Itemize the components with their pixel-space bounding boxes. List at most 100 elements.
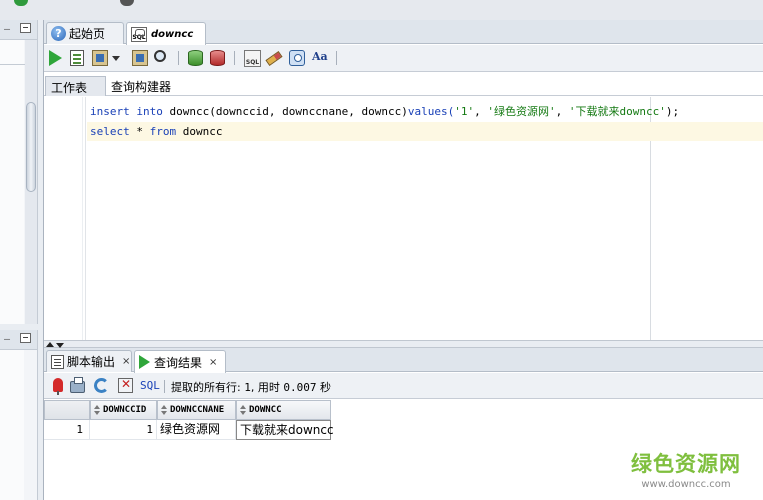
refresh-icon	[94, 378, 109, 393]
column-header-downccnane[interactable]: DOWNCCNANE	[157, 400, 236, 420]
row-number[interactable]: 1	[44, 420, 90, 440]
rollback-button[interactable]	[210, 50, 227, 67]
play-icon	[49, 50, 62, 66]
minimize-icon[interactable]: –	[4, 24, 10, 35]
minimize-icon[interactable]: –	[4, 334, 10, 345]
time-value: 0.007	[283, 381, 317, 394]
result-toolbar: SQL 提取的所有行: 1, 用时 0.007 秒	[44, 373, 763, 399]
print-button[interactable]	[70, 377, 86, 394]
column-label: DOWNCCNANE	[170, 405, 225, 415]
database-commit-icon	[188, 50, 203, 66]
history-icon	[289, 50, 305, 66]
toolbar-separator	[164, 380, 165, 393]
tab-downcc-worksheet[interactable]: SQL downcc	[126, 22, 206, 45]
main-panel: ? 起始页 SQL downcc SQL Aa 工作表 查询构建器 insert…	[43, 20, 763, 500]
play-icon	[139, 355, 150, 369]
script-icon	[70, 50, 84, 66]
identifier: downcc	[182, 125, 223, 138]
toolbar-separator	[336, 51, 337, 65]
pin-icon	[53, 378, 63, 395]
watermark: 绿色资源网 www.downcc.com	[612, 448, 760, 490]
status-prefix: 提取的所有行:	[171, 381, 241, 394]
editor-subtabs: 工作表 查询构建器	[44, 73, 763, 96]
string-literal: '1'	[454, 105, 475, 118]
commit-button[interactable]	[92, 50, 109, 67]
code-line-insert[interactable]: insert into downcc(downccid, downccnane,…	[87, 102, 763, 121]
tab-label: 脚本输出	[67, 355, 116, 369]
rows-fetched: 1	[244, 381, 251, 394]
code-line-select[interactable]: select * from downcc	[87, 122, 763, 141]
sql-link[interactable]: SQL	[140, 379, 160, 392]
green-circle-icon	[14, 0, 28, 6]
cell-downcc[interactable]: 下载就来downcc	[236, 420, 334, 440]
group-icon	[120, 0, 134, 6]
close-icon[interactable]: ×	[209, 357, 217, 368]
sql-worksheet-icon: SQL	[131, 26, 147, 42]
watermark-url: www.downcc.com	[641, 479, 731, 490]
left-panel-scrollbar[interactable]	[25, 40, 37, 324]
tab-script-output[interactable]: 脚本输出 ×	[46, 350, 132, 372]
tab-worksheet[interactable]: 工作表	[45, 76, 106, 96]
cell-downccid[interactable]: 1	[90, 420, 157, 440]
left-panel-bottom-header: –	[0, 330, 37, 350]
cancel-fetch-button[interactable]	[118, 377, 134, 394]
keyword: from	[149, 125, 177, 138]
sort-icon	[94, 405, 100, 415]
punctuation: ,	[555, 105, 569, 118]
tab-query-builder[interactable]: 查询构建器	[106, 76, 176, 96]
top-strip	[0, 0, 763, 20]
sql-tuning-button[interactable]: SQL	[244, 50, 261, 67]
sql-editor[interactable]: insert into downcc(downccid, downccnane,…	[44, 97, 763, 340]
punctuation: ,	[474, 105, 488, 118]
commit-dropdown-button[interactable]	[112, 50, 122, 67]
run-script-button[interactable]	[70, 50, 87, 67]
restore-icon[interactable]	[20, 333, 31, 343]
worksheet-toolbar: SQL Aa	[44, 45, 763, 72]
refresh-button[interactable]	[94, 378, 110, 394]
column-header-downcc[interactable]: DOWNCC	[236, 400, 331, 420]
time-unit: 秒	[319, 381, 331, 394]
format-case-button[interactable]: Aa	[312, 50, 329, 67]
help-icon: ?	[51, 26, 66, 41]
print-icon	[70, 377, 85, 393]
fetch-status: 提取的所有行: 1, 用时 0.007 秒	[171, 379, 331, 395]
run-statement-button[interactable]	[49, 50, 66, 67]
sql-gear-icon: SQL	[244, 50, 261, 67]
column-label: DOWNCC	[249, 405, 282, 415]
magnifier-icon	[154, 50, 166, 62]
keyword: insert	[90, 105, 130, 118]
watermark-title: 绿色资源网	[631, 452, 741, 476]
script-output-icon	[51, 354, 64, 369]
commit-db-button[interactable]	[188, 50, 205, 67]
column-label: DOWNCCID	[103, 405, 147, 415]
keyword: select	[90, 125, 130, 138]
cell-downccnane[interactable]: 绿色资源网	[157, 420, 236, 440]
commit-icon	[92, 50, 108, 66]
identifier: downcc(downccid, downccnane, downcc)	[169, 105, 408, 118]
line-gutter	[44, 97, 86, 340]
operator: *	[136, 125, 143, 138]
keyword: values(	[407, 105, 455, 118]
pane-splitter[interactable]	[44, 340, 763, 348]
eraser-icon	[265, 51, 283, 66]
sql-history-button[interactable]	[289, 50, 306, 67]
close-icon[interactable]: ×	[122, 356, 130, 367]
toolbar-separator	[234, 51, 235, 65]
keyword: into	[136, 105, 163, 118]
explain-plan-button[interactable]	[132, 50, 149, 67]
restore-icon[interactable]	[20, 23, 31, 33]
collapse-up-icon[interactable]	[46, 342, 54, 347]
scrollbar-thumb[interactable]	[26, 102, 36, 192]
freeze-view-button[interactable]	[50, 378, 66, 395]
tab-query-result[interactable]: 查询结果 ×	[134, 350, 226, 373]
toolbar-separator	[178, 51, 179, 65]
tab-label: 起始页	[69, 27, 106, 41]
clear-button[interactable]	[265, 50, 283, 67]
tab-label: downcc	[151, 28, 194, 40]
column-header-downccid[interactable]: DOWNCCID	[90, 400, 157, 420]
left-panel-top: –	[0, 20, 38, 324]
autotrace-button[interactable]	[154, 50, 171, 67]
explain-plan-icon	[132, 50, 148, 66]
left-panel-top-header: –	[0, 20, 37, 40]
tab-start-page[interactable]: ? 起始页	[46, 22, 124, 44]
